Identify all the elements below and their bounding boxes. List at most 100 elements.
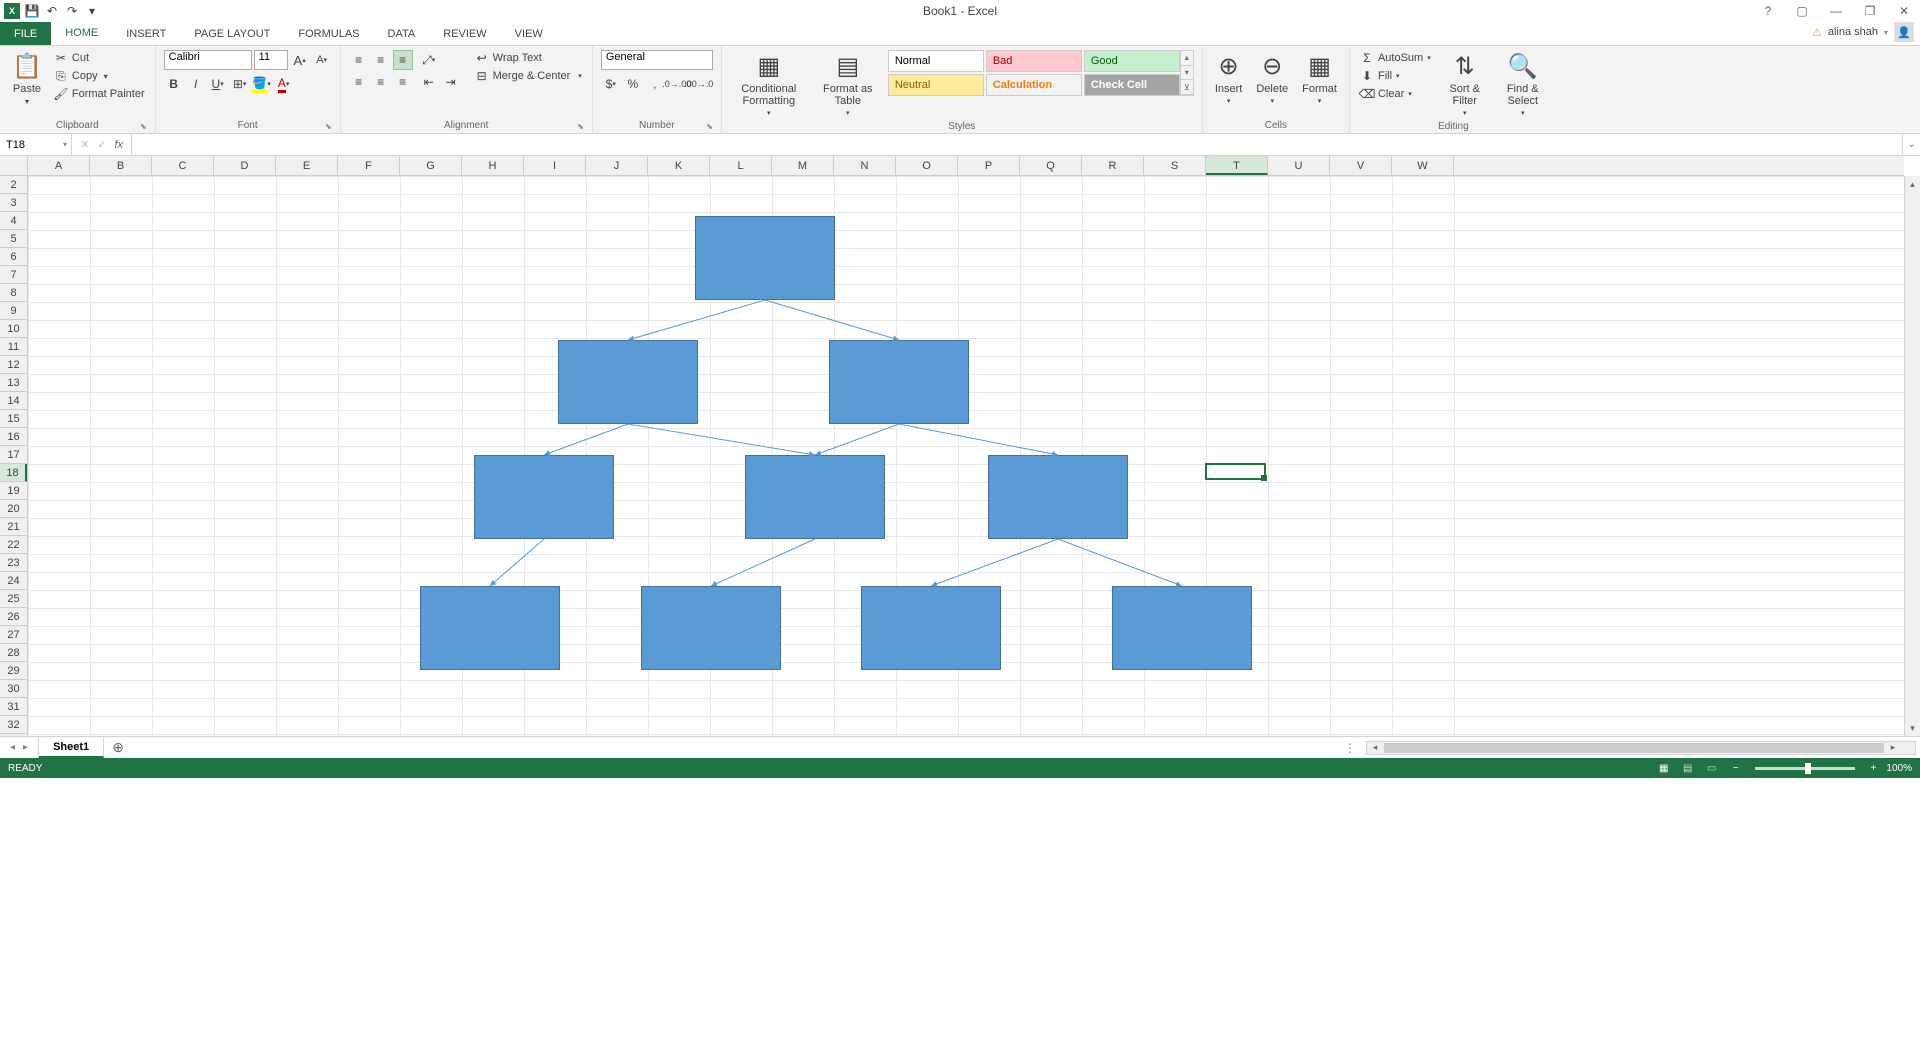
tab-data[interactable]: DATA — [374, 22, 430, 45]
scroll-up-icon[interactable]: ▴ — [1905, 176, 1920, 192]
row-header-12[interactable]: 12 — [0, 356, 27, 374]
scroll-down-icon[interactable]: ▾ — [1905, 720, 1920, 736]
insert-cells-button[interactable]: ⊕Insert▾ — [1211, 50, 1247, 107]
row-header-23[interactable]: 23 — [0, 554, 27, 572]
row-header-22[interactable]: 22 — [0, 536, 27, 554]
row-header-15[interactable]: 15 — [0, 410, 27, 428]
row-header-20[interactable]: 20 — [0, 500, 27, 518]
row-header-26[interactable]: 26 — [0, 608, 27, 626]
row-header-7[interactable]: 7 — [0, 266, 27, 284]
align-top-icon[interactable]: ≡ — [349, 50, 369, 70]
decrease-decimal-icon[interactable]: .00→.0 — [689, 74, 709, 94]
zoom-out-icon[interactable]: − — [1733, 763, 1739, 774]
tree-box-L4-1[interactable] — [420, 586, 560, 670]
tree-box-L2-2[interactable] — [829, 340, 969, 424]
row-header-27[interactable]: 27 — [0, 626, 27, 644]
col-header-W[interactable]: W — [1392, 156, 1454, 175]
bold-button[interactable]: B — [164, 74, 184, 94]
row-header-9[interactable]: 9 — [0, 302, 27, 320]
col-header-T[interactable]: T — [1206, 156, 1268, 175]
style-normal[interactable]: Normal — [888, 50, 984, 72]
tab-review[interactable]: REVIEW — [429, 22, 500, 45]
font-color-button[interactable]: A▾ — [274, 74, 294, 94]
dialog-launcher-icon[interactable]: ⬊ — [577, 122, 584, 131]
gallery-more-icon[interactable]: ⊻ — [1181, 80, 1193, 95]
format-as-table-button[interactable]: ▤ Format as Table▾ — [814, 50, 882, 119]
row-header-29[interactable]: 29 — [0, 662, 27, 680]
tree-box-L4-2[interactable] — [641, 586, 781, 670]
redo-icon[interactable]: ↷ — [64, 3, 80, 19]
underline-button[interactable]: U▾ — [208, 74, 228, 94]
dialog-launcher-icon[interactable]: ⬊ — [325, 122, 332, 131]
col-header-V[interactable]: V — [1330, 156, 1392, 175]
col-header-G[interactable]: G — [400, 156, 462, 175]
tab-file[interactable]: FILE — [0, 22, 51, 45]
row-header-19[interactable]: 19 — [0, 482, 27, 500]
scroll-right-icon[interactable]: ▸ — [1885, 742, 1901, 754]
tree-box-L1-1[interactable] — [695, 216, 835, 300]
align-bottom-icon[interactable]: ≡ — [393, 50, 413, 70]
row-headers[interactable]: 2345678910111213141516171819202122232425… — [0, 176, 28, 736]
sheet-nav[interactable]: ◂ ▸ — [0, 737, 39, 758]
merge-center-button[interactable]: ⊟Merge & Center▾ — [473, 68, 584, 84]
account-dropdown-icon[interactable]: ▾ — [1884, 28, 1888, 37]
style-good[interactable]: Good — [1084, 50, 1180, 72]
sort-filter-button[interactable]: ⇅Sort & Filter▾ — [1439, 50, 1491, 119]
tree-box-L4-3[interactable] — [861, 586, 1001, 670]
add-sheet-button[interactable]: ⊕ — [104, 737, 132, 758]
tree-box-L2-1[interactable] — [558, 340, 698, 424]
tab-formulas[interactable]: FORMULAS — [284, 22, 373, 45]
row-header-32[interactable]: 32 — [0, 716, 27, 734]
tree-box-L3-2[interactable] — [745, 455, 885, 539]
col-header-N[interactable]: N — [834, 156, 896, 175]
col-header-P[interactable]: P — [958, 156, 1020, 175]
gallery-up-icon[interactable]: ▴ — [1181, 51, 1193, 66]
accounting-format-icon[interactable]: $▾ — [601, 74, 621, 94]
cell-styles-gallery[interactable]: Normal Bad Good Neutral Calculation Chec… — [888, 50, 1180, 96]
fill-button[interactable]: ⬇Fill▾ — [1358, 68, 1433, 84]
col-header-O[interactable]: O — [896, 156, 958, 175]
formula-input[interactable] — [132, 134, 1902, 155]
wrap-text-button[interactable]: ↩Wrap Text — [473, 50, 584, 66]
col-header-D[interactable]: D — [214, 156, 276, 175]
view-page-layout-icon[interactable]: ▤ — [1677, 760, 1699, 776]
qat-customize-icon[interactable]: ▾ — [84, 3, 100, 19]
row-header-25[interactable]: 25 — [0, 590, 27, 608]
gallery-expand[interactable]: ▴ ▾ ⊻ — [1180, 50, 1194, 96]
col-header-R[interactable]: R — [1082, 156, 1144, 175]
fx-icon[interactable]: fx — [114, 139, 123, 151]
zoom-level[interactable]: 100% — [1886, 763, 1912, 774]
zoom-slider[interactable] — [1755, 767, 1855, 770]
tab-page-layout[interactable]: PAGE LAYOUT — [180, 22, 284, 45]
col-header-S[interactable]: S — [1144, 156, 1206, 175]
align-center-icon[interactable]: ≡ — [371, 72, 391, 92]
save-icon[interactable]: 💾 — [24, 3, 40, 19]
col-header-K[interactable]: K — [648, 156, 710, 175]
help-icon[interactable]: ? — [1756, 3, 1780, 19]
align-middle-icon[interactable]: ≡ — [371, 50, 391, 70]
tab-insert[interactable]: INSERT — [112, 22, 180, 45]
cut-button[interactable]: ✂Cut — [52, 50, 147, 66]
font-size-select[interactable]: 11 — [254, 50, 288, 70]
row-header-8[interactable]: 8 — [0, 284, 27, 302]
decrease-font-icon[interactable]: A▾ — [312, 50, 332, 70]
increase-indent-icon[interactable]: ⇥ — [441, 72, 461, 92]
col-header-U[interactable]: U — [1268, 156, 1330, 175]
italic-button[interactable]: I — [186, 74, 206, 94]
style-calculation[interactable]: Calculation — [986, 74, 1082, 96]
col-header-I[interactable]: I — [524, 156, 586, 175]
spreadsheet-grid[interactable]: ABCDEFGHIJKLMNOPQRSTUVW 2345678910111213… — [0, 156, 1920, 736]
enter-formula-icon[interactable]: ✓ — [97, 138, 106, 151]
dialog-launcher-icon[interactable]: ⬊ — [706, 122, 713, 131]
minimize-icon[interactable]: — — [1824, 3, 1848, 19]
account-area[interactable]: ⚠ alina shah ▾ 👤 — [1812, 22, 1914, 42]
row-header-18[interactable]: 18 — [0, 464, 27, 482]
zoom-in-icon[interactable]: + — [1871, 763, 1877, 774]
decrease-indent-icon[interactable]: ⇤ — [419, 72, 439, 92]
row-header-31[interactable]: 31 — [0, 698, 27, 716]
style-bad[interactable]: Bad — [986, 50, 1082, 72]
col-header-A[interactable]: A — [28, 156, 90, 175]
name-box[interactable]: T18 — [0, 134, 72, 155]
scroll-left-icon[interactable]: ◂ — [1367, 742, 1383, 754]
copy-button[interactable]: ⎘Copy▾ — [52, 68, 147, 84]
